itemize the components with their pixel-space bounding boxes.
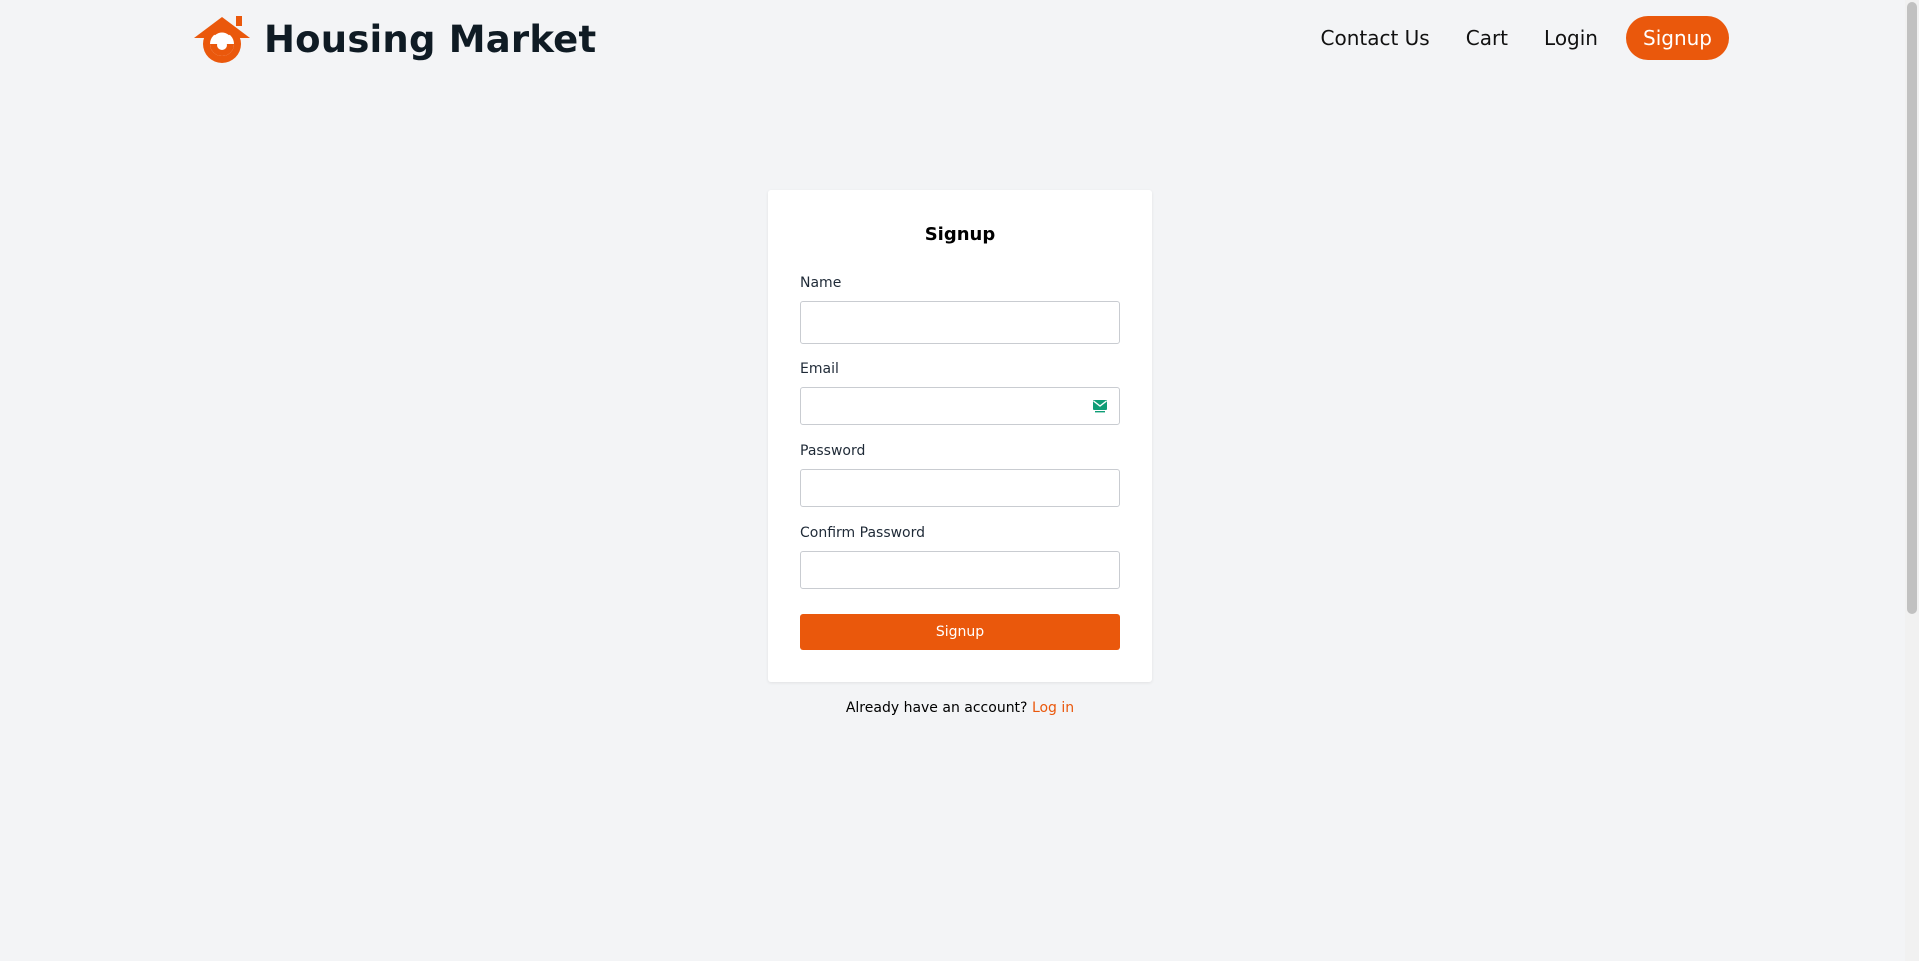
email-icon xyxy=(1093,400,1107,413)
scrollbar-thumb[interactable] xyxy=(1907,2,1917,614)
nav-cart[interactable]: Cart xyxy=(1448,16,1526,60)
signup-card: Signup Name Email Password Confirm Passw… xyxy=(768,190,1152,682)
password-label: Password xyxy=(800,443,866,459)
nav-signup-button[interactable]: Signup xyxy=(1626,16,1729,60)
nav-contact-us[interactable]: Contact Us xyxy=(1303,16,1448,60)
email-field[interactable] xyxy=(800,387,1120,425)
email-label: Email xyxy=(800,361,839,377)
nav-login[interactable]: Login xyxy=(1526,16,1616,60)
site-header: Housing Market Contact Us Cart Login Sig… xyxy=(0,0,1919,80)
signup-page: Housing Market Contact Us Cart Login Sig… xyxy=(0,0,1919,961)
main-nav: Contact Us Cart Login Signup xyxy=(1303,16,1729,60)
brand-name: Housing Market xyxy=(264,17,597,61)
confirm-password-label: Confirm Password xyxy=(800,525,926,541)
login-prompt-text: Already have an account? xyxy=(845,700,1028,716)
name-label: Name xyxy=(800,275,842,291)
login-link[interactable]: Log in xyxy=(1032,700,1074,716)
login-prompt: Already have an account? Log in xyxy=(768,700,1152,716)
house-logo-icon xyxy=(194,16,250,63)
page-scrollbar[interactable] xyxy=(1905,0,1919,961)
password-field[interactable] xyxy=(800,469,1120,507)
name-field[interactable] xyxy=(800,301,1120,344)
brand-home-link[interactable]: Housing Market xyxy=(192,14,596,64)
signup-submit-button[interactable]: Signup xyxy=(800,614,1120,650)
confirm-password-field[interactable] xyxy=(800,551,1120,589)
form-title: Signup xyxy=(924,224,996,245)
